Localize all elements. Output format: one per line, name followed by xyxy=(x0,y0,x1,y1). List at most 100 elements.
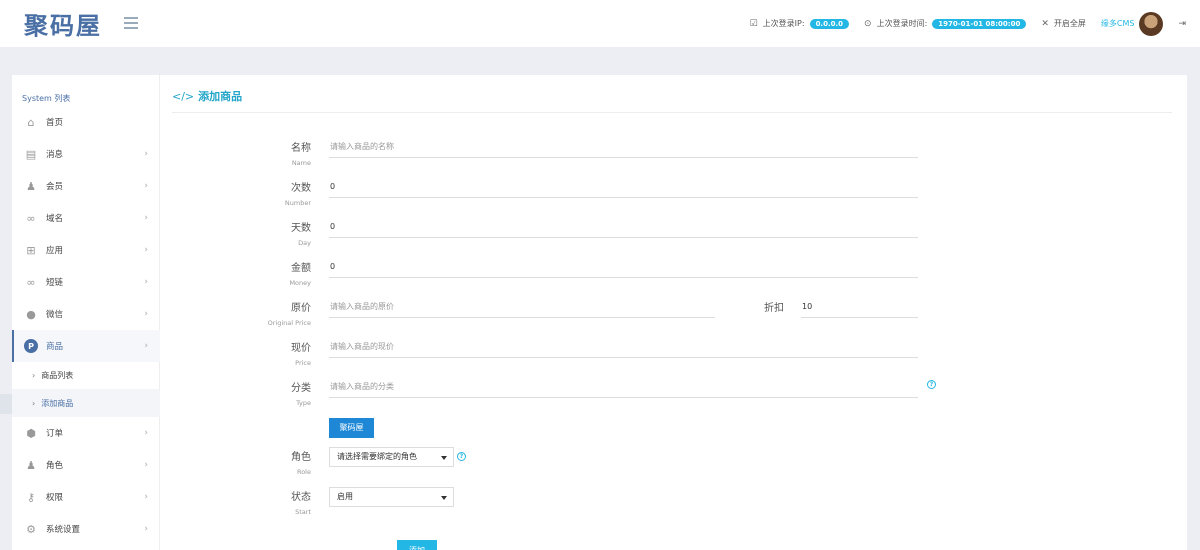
chevron-right-icon: › xyxy=(32,370,36,380)
discount-input[interactable]: 10 xyxy=(801,300,918,318)
sidebar-item-label: 消息 xyxy=(46,150,64,160)
sidebar: System 列表 ⌂ 首页 ▤ 消息 › ♟ 会员 › ∞ 域名 › ⊞ 应用… xyxy=(12,75,160,550)
sidebar-item-label: 订单 xyxy=(46,429,64,439)
name-input[interactable]: 请输入商品的名称 xyxy=(329,140,918,158)
money-input[interactable]: 0 xyxy=(329,260,918,278)
wechat-icon: ● xyxy=(26,307,36,321)
sidebar-title: System 列表 xyxy=(22,94,71,103)
expand-icon[interactable]: ✕ xyxy=(1041,19,1049,29)
original-price-label: 原价 Original Price xyxy=(267,303,311,327)
chevron-right-icon: › xyxy=(144,181,148,191)
chevron-right-icon: › xyxy=(144,149,148,159)
clock-icon: ⊙ xyxy=(864,18,872,29)
chevron-right-icon: › xyxy=(144,213,148,223)
chevron-right-icon: › xyxy=(144,245,148,255)
top-header: 聚码屋 ☑ 上次登录IP: 0.0.0.0 ⊙ 上次登录时间: 1970-01-… xyxy=(0,0,1200,47)
chevron-right-icon: › xyxy=(144,277,148,287)
help-icon[interactable]: ? xyxy=(927,380,936,389)
day-label: 天数 Day xyxy=(291,223,311,247)
help-icon[interactable]: ? xyxy=(457,452,466,461)
chevron-right-icon: › xyxy=(144,460,148,470)
sidebar-subitem-label: 添加商品 xyxy=(41,398,74,408)
sidebar-edge-tab[interactable] xyxy=(0,394,12,414)
sidebar-item-products[interactable]: P 商品 › xyxy=(12,330,160,362)
code-icon: </> xyxy=(172,90,195,103)
sidebar-subitem-product-list[interactable]: › 商品列表 xyxy=(12,361,160,389)
sidebar-item-roles[interactable]: ♟ 角色 › xyxy=(12,449,160,481)
cms-link[interactable]: 缘多CMS xyxy=(1101,18,1135,29)
price-label: 现价 Price xyxy=(291,343,311,367)
sidebar-item-apps[interactable]: ⊞ 应用 › xyxy=(12,234,160,266)
last-ip-badge: 0.0.0.0 xyxy=(809,18,850,29)
settings-icon: ⚙ xyxy=(26,522,36,536)
header-info: ☑ 上次登录IP: 0.0.0.0 ⊙ 上次登录时间: 1970-01-01 0… xyxy=(750,10,1186,37)
page-title: </> 添加商品 xyxy=(172,90,243,103)
home-icon: ⌂ xyxy=(27,115,35,129)
role-label: 角色 Role xyxy=(291,452,311,476)
fullscreen-link[interactable]: 开启全屏 xyxy=(1054,18,1086,29)
sidebar-item-label: 微信 xyxy=(46,310,64,320)
sidebar-subitem-label: 商品列表 xyxy=(41,370,74,380)
chevron-right-icon: › xyxy=(32,398,36,408)
role-icon: ♟ xyxy=(26,458,36,472)
sidebar-item-home[interactable]: ⌂ 首页 xyxy=(12,106,160,138)
money-label: 金额 Money xyxy=(289,263,311,287)
chevron-down-icon xyxy=(441,456,447,460)
sidebar-item-label: 角色 xyxy=(46,461,64,471)
key-icon: ⚷ xyxy=(26,490,36,504)
sidebar-subitem-add-product[interactable]: › 添加商品 xyxy=(12,389,160,417)
sidebar-item-wechat[interactable]: ● 微信 › xyxy=(12,298,160,330)
chevron-right-icon: › xyxy=(144,524,148,534)
product-icon: P xyxy=(24,339,38,353)
link-icon: ∞ xyxy=(26,275,36,289)
sidebar-item-label: 短链 xyxy=(46,278,64,288)
type-tag-button[interactable]: 聚码屋 xyxy=(329,418,374,438)
discount-label: 折扣 xyxy=(764,303,784,314)
sidebar-item-settings[interactable]: ⚙ 系统设置 › xyxy=(12,513,160,545)
number-label: 次数 Number xyxy=(284,183,311,207)
sidebar-item-members[interactable]: ♟ 会员 › xyxy=(12,170,160,202)
divider xyxy=(172,112,1172,113)
link-icon: ∞ xyxy=(26,211,36,225)
last-ip-label: 上次登录IP: xyxy=(762,19,805,28)
sidebar-item-label: 商品 xyxy=(46,342,64,352)
last-time-label: 上次登录时间: xyxy=(876,19,928,28)
chevron-right-icon: › xyxy=(144,309,148,319)
checkbox-icon: ☑ xyxy=(749,18,758,29)
type-input[interactable]: 请输入商品的分类 xyxy=(329,380,918,398)
chevron-right-icon: › xyxy=(144,341,148,351)
sidebar-item-label: 首页 xyxy=(46,118,64,128)
sidebar-item-messages[interactable]: ▤ 消息 › xyxy=(12,138,160,170)
day-input[interactable]: 0 xyxy=(329,220,918,238)
price-input[interactable]: 请输入商品的现价 xyxy=(329,340,918,358)
name-label: 名称 Name xyxy=(291,143,311,167)
avatar[interactable] xyxy=(1139,11,1164,36)
sidebar-item-permissions[interactable]: ⚷ 权限 › xyxy=(12,481,160,513)
status-label: 状态 Start xyxy=(291,492,311,516)
sidebar-item-shortlinks[interactable]: ∞ 短链 › xyxy=(12,266,160,298)
role-select[interactable]: 请选择需要绑定的角色 xyxy=(329,447,454,467)
sidebar-item-domains[interactable]: ∞ 域名 › xyxy=(12,202,160,234)
sidebar-item-label: 会员 xyxy=(46,182,64,192)
logo[interactable]: 聚码屋 xyxy=(24,6,102,41)
type-label: 分类 Type xyxy=(291,383,311,407)
number-input[interactable]: 0 xyxy=(329,180,918,198)
status-select[interactable]: 启用 xyxy=(329,487,454,507)
chevron-right-icon: › xyxy=(144,428,148,438)
user-icon: ♟ xyxy=(26,179,36,193)
gift-icon: ⊞ xyxy=(26,243,36,257)
menu-toggle-icon[interactable] xyxy=(124,17,138,29)
chevron-right-icon: › xyxy=(144,492,148,502)
file-icon: ▤ xyxy=(25,147,37,161)
original-price-input[interactable]: 请输入商品的原价 xyxy=(329,300,715,318)
sidebar-item-orders[interactable]: ⬢ 订单 › xyxy=(12,417,160,449)
submit-button[interactable]: 添加 xyxy=(397,540,437,550)
sidebar-item-label: 权限 xyxy=(46,493,64,503)
last-time-badge: 1970-01-01 08:00:00 xyxy=(932,18,1027,29)
order-icon: ⬢ xyxy=(26,426,36,440)
logout-icon[interactable]: ⇥ xyxy=(1178,19,1186,29)
sidebar-item-label: 域名 xyxy=(46,214,64,224)
sidebar-item-label: 系统设置 xyxy=(46,525,81,535)
sidebar-item-label: 应用 xyxy=(46,246,64,256)
chevron-down-icon xyxy=(441,496,447,500)
